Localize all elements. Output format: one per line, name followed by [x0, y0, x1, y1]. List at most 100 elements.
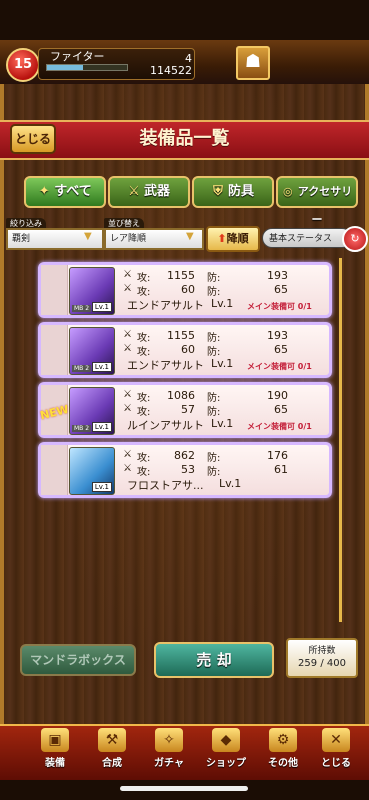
icon-level: Lv.1 [91, 302, 112, 312]
def-label: 防: [207, 347, 221, 358]
def-label: 防: [207, 273, 221, 284]
item-level: Lv.1 [211, 417, 234, 430]
icon-level: Lv.1 [91, 482, 112, 492]
list-item[interactable]: MB 2 Lv.1 ⚔ 攻: 1155 防: 193 ⚔ 攻: 60 防: 65… [38, 262, 332, 318]
gear-icon: ⚙ [269, 728, 297, 752]
ring-icon: ◎ [282, 185, 293, 198]
def-value: 65 [274, 403, 288, 416]
def-label: 防: [207, 453, 221, 464]
item-name: エンドアサルト [127, 359, 204, 372]
chest-icon: ▣ [41, 728, 69, 752]
arrow-up-icon: ⬆ [217, 232, 227, 245]
weapon-icon: MB 2 Lv.1 [69, 327, 115, 375]
tab-weapon[interactable]: ⚔ 武器 [108, 176, 190, 208]
sword-icon: ⚔ [123, 283, 132, 294]
armor-icon: ⛨ [213, 184, 223, 199]
nav-label: その他 [268, 758, 298, 769]
order-button[interactable]: ⬆降順 [206, 226, 260, 252]
def-value: 193 [267, 269, 288, 282]
tab-armor[interactable]: ⛨ 防具 [192, 176, 274, 208]
capacity-value: 259 / 400 [298, 658, 346, 669]
atk-label: 攻: [137, 393, 151, 404]
item-name: ルインアサルト [127, 419, 204, 432]
def-value: 190 [267, 389, 288, 402]
list-item[interactable]: MB 2 Lv.1 ⚔ 攻: 1155 防: 193 ⚔ 攻: 60 防: 65… [38, 322, 332, 378]
hammer-icon: ⚒ [98, 728, 126, 752]
atk-value: 60 [181, 343, 195, 356]
sword-icon: ⚔ [123, 463, 132, 474]
def-value: 176 [267, 449, 288, 462]
atk-label: 攻: [137, 407, 151, 418]
card-tab [41, 325, 68, 375]
nav-close[interactable]: ✕ とじる [308, 728, 364, 769]
atk-value: 1086 [167, 389, 195, 402]
weapon-icon: MB 2 Lv.1 [69, 267, 115, 315]
sword-icon: ⚔ [123, 269, 132, 280]
atk-label: 攻: [137, 453, 151, 464]
nav-equip[interactable]: ▣ 装備 [27, 728, 83, 769]
scrollbar[interactable] [339, 258, 342, 622]
nav-label: ショップ [206, 758, 246, 769]
nav-gacha[interactable]: ✧ ガチャ [141, 728, 197, 769]
sell-button[interactable]: 売 却 [154, 642, 274, 678]
atk-value: 60 [181, 283, 195, 296]
card-tab [41, 265, 68, 315]
sword-icon: ⚔ [128, 184, 140, 199]
atk-label: 攻: [137, 333, 151, 344]
weapon-icon: MB 2 Lv.1 [69, 387, 115, 435]
mb-badge: MB 2 [72, 365, 92, 372]
weapon-icon: Lv.1 [69, 447, 115, 495]
def-label: 防: [207, 407, 221, 418]
refresh-icon[interactable]: ↻ [342, 226, 368, 252]
def-label: 防: [207, 333, 221, 344]
icon-level: Lv.1 [91, 362, 112, 372]
portrait-icon[interactable]: ☗ [236, 46, 270, 80]
atk-value: 1155 [167, 329, 195, 342]
mb-badge: MB 2 [72, 305, 92, 312]
def-value: 193 [267, 329, 288, 342]
atk-label: 攻: [137, 347, 151, 358]
close-icon: ✕ [322, 728, 350, 752]
def-label: 防: [207, 467, 221, 478]
nav-shop[interactable]: ◆ ショップ [198, 728, 254, 769]
item-name: エンドアサルト [127, 299, 204, 312]
sword-icon: ⚔ [123, 449, 132, 460]
nav-synthesis[interactable]: ⚒ 合成 [84, 728, 140, 769]
close-button[interactable]: とじる [10, 124, 56, 154]
item-level: Lv.1 [211, 297, 234, 310]
status-button[interactable]: 基本ステータス [262, 228, 352, 248]
mb-badge: MB 2 [72, 425, 92, 432]
list-item[interactable]: Lv.1 ⚔ 攻: 862 防: 176 ⚔ 攻: 53 防: 61 フロストア… [38, 442, 332, 498]
list-item[interactable]: MB 2 Lv.1 ⚔ 攻: 1086 防: 190 ⚔ 攻: 57 防: 65… [38, 382, 332, 438]
shop-icon: ◆ [212, 728, 240, 752]
def-label: 防: [207, 287, 221, 298]
atk-value: 53 [181, 463, 195, 476]
atk-value: 862 [174, 449, 195, 462]
home-indicator [120, 786, 248, 791]
sword-icon: ⚔ [123, 343, 132, 354]
atk-label: 攻: [137, 287, 151, 298]
order-label: 降順 [226, 232, 249, 245]
atk-label: 攻: [137, 273, 151, 284]
nav-label: ガチャ [154, 758, 184, 769]
chevron-down-icon: ▼ [84, 231, 92, 242]
slot-info: メイン装備可 0/1 [247, 362, 312, 371]
job-name: ファイター [50, 50, 105, 63]
capacity-label: 所持数 [308, 646, 336, 656]
card-tab [41, 445, 68, 495]
def-value: 65 [274, 343, 288, 356]
atk-value: 1155 [167, 269, 195, 282]
atk-value: 57 [181, 403, 195, 416]
gacha-icon: ✧ [155, 728, 183, 752]
atk-label: 攻: [137, 467, 151, 478]
tab-all[interactable]: ✦ すべて [24, 176, 106, 208]
item-level: Lv.1 [219, 477, 242, 490]
tab-accessory[interactable]: ◎ アクセサリー [276, 176, 358, 226]
nav-label: 装備 [45, 758, 65, 769]
sword-icon: ⚔ [123, 403, 132, 414]
nav-other[interactable]: ⚙ その他 [255, 728, 311, 769]
nav-label: 合成 [102, 758, 122, 769]
mandora-box-button[interactable]: マンドラボックス [20, 644, 136, 676]
slot-info: メイン装備可 0/1 [247, 422, 312, 431]
item-name: フロストアサ... [127, 479, 204, 492]
